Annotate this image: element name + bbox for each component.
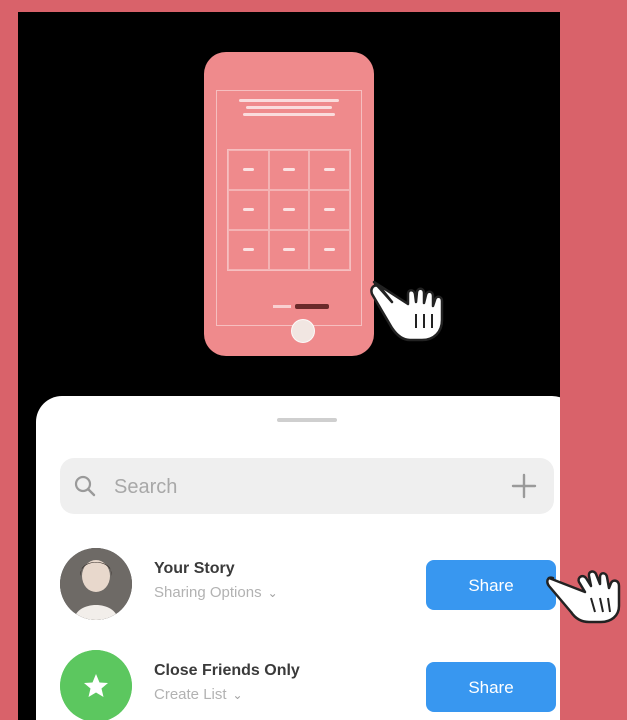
close-friends-avatar: [60, 650, 132, 720]
search-input[interactable]: [112, 458, 496, 516]
chevron-down-icon: ⌄: [232, 688, 243, 702]
close-friends-row[interactable]: Close Friends Only Create List ⌄ Share: [60, 650, 556, 720]
chevron-down-icon: ⌄: [267, 586, 278, 600]
story-preview-caption: [273, 303, 333, 309]
search-icon: [74, 475, 96, 497]
avatar: [60, 548, 132, 620]
create-list-label: Create List: [154, 686, 227, 703]
star-icon: [60, 650, 132, 720]
close-friends-title: Close Friends Only: [154, 662, 300, 679]
sheet-grabber[interactable]: [277, 418, 337, 422]
story-preview-grid: [227, 149, 351, 271]
story-preview-content: [216, 90, 362, 343]
plus-icon[interactable]: [510, 472, 538, 500]
story-preview-text-lines: [227, 99, 351, 127]
your-story-row[interactable]: Your Story Sharing Options ⌄ Share: [60, 548, 556, 620]
phone-screen: Your Story Sharing Options ⌄ Share Close …: [18, 12, 560, 720]
your-story-share-button[interactable]: Share: [426, 560, 556, 610]
story-preview-handle: [295, 303, 329, 309]
close-friends-share-button[interactable]: Share: [426, 662, 556, 712]
sharing-options-label: Sharing Options: [154, 584, 262, 601]
story-preview-circle: [291, 319, 315, 343]
share-sheet: Your Story Sharing Options ⌄ Share Close …: [36, 396, 560, 720]
create-list-link[interactable]: Create List ⌄: [154, 686, 243, 703]
hand-pointer-icon: [370, 280, 444, 342]
story-preview[interactable]: [204, 52, 374, 356]
sharing-options-link[interactable]: Sharing Options ⌄: [154, 584, 278, 601]
search-bar[interactable]: [60, 458, 554, 516]
your-story-title: Your Story: [154, 560, 235, 577]
hand-pointer-icon: [546, 570, 621, 624]
